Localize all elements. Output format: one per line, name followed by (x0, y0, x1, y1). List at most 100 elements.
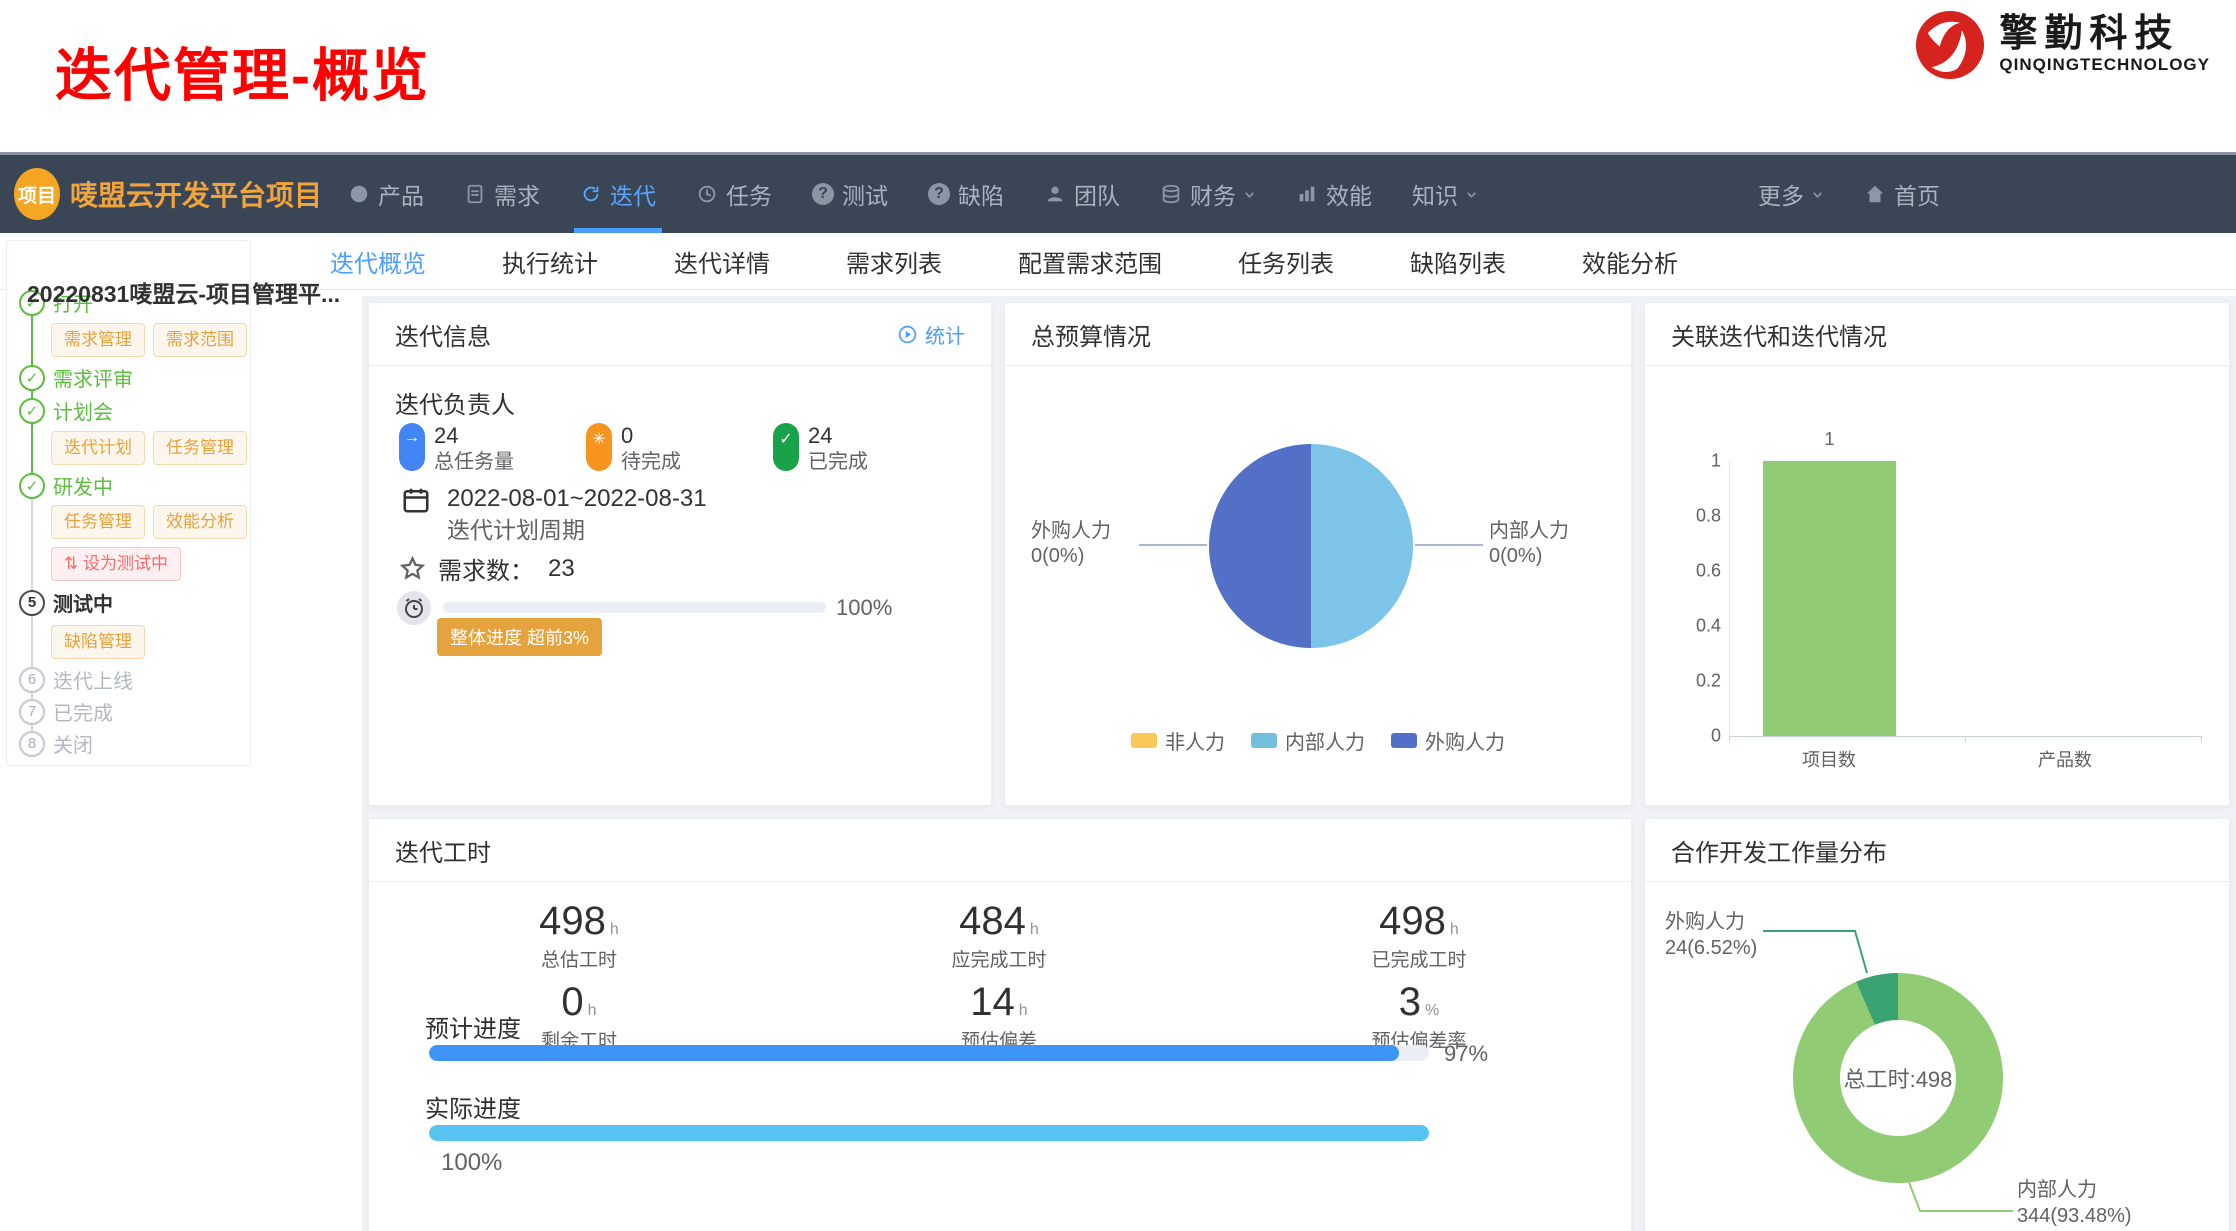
stat-label: 已完成 (808, 451, 868, 473)
nav-item-iteration[interactable]: 迭代 (560, 155, 676, 233)
workload-outsourced-label: 外购人力 24(6.52%) (1665, 909, 1757, 961)
hours-col-completed: 498h 已完成工时 3% 预估偏差率 (1209, 899, 1629, 1061)
nav-item-team[interactable]: 团队 (1024, 155, 1140, 233)
y-tick: 1 (1675, 451, 1721, 472)
y-tick: 0.4 (1675, 616, 1721, 637)
logo-swirl-icon (1913, 8, 1987, 82)
planned-progress-label: 预计进度 (425, 1009, 521, 1044)
step-completed: 7 已完成 (19, 697, 113, 726)
home-icon (1864, 183, 1886, 205)
period-row: 2022-08-01~2022-08-31 迭代计划周期 (401, 485, 707, 547)
check-icon: ✓ (19, 365, 45, 391)
pie-leader-line (1415, 544, 1483, 546)
card-title: 关联迭代和迭代情况 (1671, 317, 1887, 352)
legend-outsourced[interactable]: 外购人力 (1391, 726, 1505, 755)
tab-iteration-detail[interactable]: 迭代详情 (674, 244, 770, 279)
nav-item-defect[interactable]: ? 缺陷 (908, 155, 1024, 233)
page: 迭代管理-概览 擎勤科技 QINQINGTECHNOLOGY 项目 唛盟云开发平… (0, 0, 2236, 1231)
step-dev-state: ⇅ 设为测试中 (51, 547, 181, 581)
nav-item-finance[interactable]: 财务 (1140, 155, 1276, 233)
iteration-info-card: 迭代信息 统计 迭代负责人 → 24 总任务量 ✳ 0 待完成 ✓ 24 已完成 (368, 302, 992, 806)
project-name: 唛盟云开发平台项目 (70, 174, 322, 214)
timeline-line-done (31, 303, 33, 484)
nav-item-product[interactable]: 产品 (328, 155, 444, 233)
check-icon: ✓ (19, 473, 45, 499)
chevron-down-icon (1243, 188, 1256, 201)
y-tick: 0 (1675, 726, 1721, 747)
project-selector[interactable]: 项目 唛盟云开发平台项目 (14, 168, 322, 220)
x-tick-mark (1965, 736, 1966, 742)
stat-label: 总任务量 (434, 451, 514, 473)
stat-pending: ✳ 0 待完成 (586, 423, 773, 475)
arrow-right-icon: → (399, 423, 425, 471)
requirement-scope-button[interactable]: 需求范围 (153, 323, 247, 357)
stat-value: 24 (434, 423, 458, 448)
step-number: 5 (19, 590, 45, 616)
set-testing-button[interactable]: ⇅ 设为测试中 (51, 547, 181, 581)
tab-task-list[interactable]: 任务列表 (1238, 244, 1334, 279)
related-bar (1763, 461, 1896, 736)
logo-text-cn: 擎勤科技 (1999, 15, 2210, 55)
nav-item-knowledge[interactable]: 知识 (1392, 155, 1498, 233)
related-iterations-card: 关联迭代和迭代情况 1 0.8 0.6 0.4 0.2 0 1 项目数 产品数 (1644, 302, 2230, 806)
period-value: 2022-08-01~2022-08-31 (447, 485, 707, 512)
database-icon (1160, 183, 1182, 205)
workload-internal-label: 内部人力 344(93.48%) (2017, 1177, 2132, 1229)
nav-label: 团队 (1074, 177, 1120, 211)
nav-label: 知识 (1412, 177, 1458, 211)
step-number: 7 (19, 699, 45, 725)
step-open-actions: 需求管理 需求范围 (51, 323, 247, 357)
tab-config-requirement-scope[interactable]: 配置需求范围 (1018, 244, 1162, 279)
stats-link[interactable]: 统计 (897, 320, 965, 349)
main-nav: 项目 唛盟云开发平台项目 产品 需求 迭代 任务 ? 测试 (0, 155, 2236, 233)
nav-item-performance[interactable]: 效能 (1276, 155, 1392, 233)
page-title: 迭代管理-概览 (55, 30, 430, 112)
pie-leader-line (1139, 544, 1207, 546)
owner-label: 迭代负责人 (395, 385, 515, 420)
budget-legend: 非人力 内部人力 外购人力 (1005, 726, 1631, 755)
tab-execution-stats[interactable]: 执行统计 (502, 244, 598, 279)
legend-internal[interactable]: 内部人力 (1251, 726, 1365, 755)
card-title: 迭代工时 (395, 833, 491, 868)
x-label-products: 产品数 (1995, 746, 2135, 772)
hours-stats: 498h 总估工时 0h 剩余工时 484h 应完成工时 14h 预估偏差 49… (369, 899, 1631, 1061)
card-title: 合作开发工作量分布 (1671, 833, 1887, 868)
task-manage-button[interactable]: 任务管理 (51, 505, 145, 539)
workflow-sidebar: 20220831唛盟云-项目管理平... ✓ 打开 需求管理 需求范围 ✓ 需求… (6, 240, 251, 766)
nav-item-task[interactable]: 任务 (676, 155, 792, 233)
step-plan-actions: 迭代计划 任务管理 (51, 431, 247, 465)
x-tick-mark (2201, 736, 2202, 742)
donut-hole: 总工时:498 (1840, 1020, 1956, 1136)
defect-manage-button[interactable]: 缺陷管理 (51, 625, 145, 659)
actual-progress-fill (429, 1125, 1429, 1141)
nav-label: 首页 (1894, 177, 1940, 211)
tab-iteration-overview[interactable]: 迭代概览 (330, 244, 426, 279)
task-manage-button[interactable]: 任务管理 (153, 431, 247, 465)
calendar-icon (401, 485, 431, 515)
legend-non-human[interactable]: 非人力 (1131, 726, 1225, 755)
actual-progress-bar (429, 1125, 1429, 1141)
stat-value: 0 (621, 423, 633, 448)
task-stats: → 24 总任务量 ✳ 0 待完成 ✓ 24 已完成 (399, 423, 960, 475)
planned-progress-percent: 97% (1444, 1041, 1488, 1067)
tab-performance-analysis[interactable]: 效能分析 (1582, 244, 1678, 279)
question-icon: ? (812, 183, 834, 205)
budget-left-label: 外购人力 0(0%) (1031, 519, 1135, 569)
nav-item-requirement[interactable]: 需求 (444, 155, 560, 233)
nav-item-more[interactable]: 更多 (1738, 155, 1844, 233)
iteration-plan-button[interactable]: 迭代计划 (51, 431, 145, 465)
period-label: 迭代计划周期 (447, 517, 585, 543)
performance-analysis-button[interactable]: 效能分析 (153, 505, 247, 539)
workload-leader-internal (1907, 1177, 2013, 1211)
step-planning-meeting: ✓ 计划会 (19, 396, 113, 425)
step-label: 测试中 (53, 588, 113, 617)
budget-right-label: 内部人力 0(0%) (1489, 519, 1569, 569)
nav-item-home[interactable]: 首页 (1844, 155, 1960, 233)
stat-total-tasks: → 24 总任务量 (399, 423, 586, 475)
nav-item-test[interactable]: ? 测试 (792, 155, 908, 233)
tab-requirement-list[interactable]: 需求列表 (846, 244, 942, 279)
requirement-manage-button[interactable]: 需求管理 (51, 323, 145, 357)
x-tick-mark (1729, 736, 1730, 742)
tab-defect-list[interactable]: 缺陷列表 (1410, 244, 1506, 279)
workload-leader-outsourced (1763, 931, 1867, 973)
